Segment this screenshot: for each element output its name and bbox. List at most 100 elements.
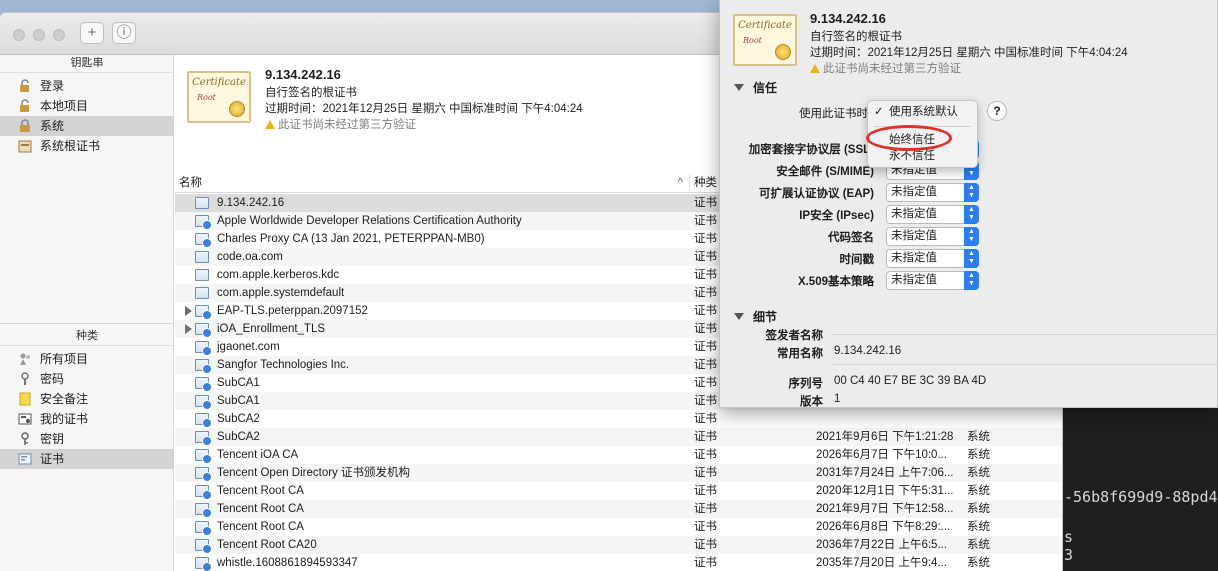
cell-keychain: 系统 xyxy=(967,557,990,569)
seal-icon xyxy=(775,44,791,60)
certificate-info-window: Certificate Root 9.134.242.16 自行签名的根证书 过… xyxy=(719,0,1218,408)
disclosure-right-icon[interactable] xyxy=(185,324,192,334)
cell-name: Tencent Root CA xyxy=(217,485,304,497)
sidebar-item-system-roots[interactable]: 系统根证书 xyxy=(0,136,174,156)
cell-name: Tencent Root CA xyxy=(217,503,304,515)
stepper-icon: ▲▼ xyxy=(964,271,979,290)
details-section-toggle[interactable]: 细节 xyxy=(734,308,777,325)
policy-select-ipsec[interactable]: 未指定值 ▲ ▼ xyxy=(886,205,979,224)
info-certificate-name: 9.134.242.16 xyxy=(810,11,886,26)
key-icon xyxy=(21,432,29,445)
policy-label-code-signing: 代码签名 xyxy=(828,232,874,244)
cell-name: EAP-TLS.peterppan.2097152 xyxy=(217,305,368,317)
password-icon xyxy=(21,372,29,385)
sidebar-item-all-items[interactable]: 所有项目 xyxy=(0,349,174,369)
zoom-window-button[interactable] xyxy=(53,29,65,41)
cell-name: Sangfor Technologies Inc. xyxy=(217,359,350,371)
certificate-icon xyxy=(195,287,209,299)
certificate-icon xyxy=(195,539,212,554)
cell-keychain xyxy=(967,410,1027,428)
sidebar-divider xyxy=(0,323,174,324)
minimize-window-button[interactable] xyxy=(33,29,45,41)
policy-select-eap[interactable]: 未指定值 ▲ ▼ xyxy=(886,183,979,202)
menu-item-use-system-default[interactable]: ✓ 使用系统默认 xyxy=(868,104,977,121)
certificate-image: Certificate Root xyxy=(187,71,251,123)
sidebar-item-my-certificates[interactable]: 我的证书 xyxy=(0,409,174,429)
cell-keychain: 系统 xyxy=(967,449,990,461)
sidebar-item-label: 所有项目 xyxy=(40,352,89,366)
policy-label-timestamp: 时间戳 xyxy=(839,254,875,266)
warning-text: 此证书尚未经过第三方验证 xyxy=(278,119,416,131)
table-row[interactable]: whistle.1608861894593347 证书 2035年7月20日 上午9… xyxy=(175,554,1062,571)
cell-kind: 证书 xyxy=(694,467,717,479)
serial-number-value: 00 C4 40 E7 BE 3C 39 BA 4D xyxy=(834,375,987,387)
sidebar-item-system[interactable]: 系统 xyxy=(0,116,174,136)
cell-name: Tencent Open Directory 证书颁发机构 xyxy=(217,467,411,479)
policy-label-smime: 安全邮件 (S/MIME) xyxy=(776,166,874,178)
sidebar-item-local-items[interactable]: 本地项目 xyxy=(0,96,174,116)
certificate-art-title: Certificate xyxy=(738,20,792,31)
column-header-name[interactable]: 名称 ^ xyxy=(175,174,690,193)
menu-item-never-trust[interactable]: 永不信任 xyxy=(868,148,977,165)
sidebar-item-label: 安全备注 xyxy=(40,392,89,406)
issuer-name-label: 签发者名称 xyxy=(765,330,824,342)
divider xyxy=(833,364,1217,365)
info-certificate-warning: 此证书尚未经过第三方验证 xyxy=(810,60,961,76)
table-row[interactable]: SubCA2 证书 xyxy=(175,410,1062,428)
table-row[interactable]: Tencent Open Directory 证书颁发机构 证书 2031年7月24… xyxy=(175,464,1062,482)
cell-keychain: 系统 xyxy=(967,431,990,443)
warning-text: 此证书尚未经过第三方验证 xyxy=(823,63,961,75)
cell-name: com.apple.kerberos.kdc xyxy=(217,269,340,281)
table-row[interactable]: Tencent Root CA 证书 2021年9月7日 下午12:58... 系统 xyxy=(175,500,1062,518)
sidebar-item-certificates[interactable]: 证书 xyxy=(0,449,174,469)
help-button[interactable]: ? xyxy=(987,101,1007,121)
terminal-line: s xyxy=(1064,528,1074,546)
sort-ascending-icon: ^ xyxy=(677,177,683,189)
lock-icon xyxy=(20,119,30,132)
sidebar-item-label: 本地项目 xyxy=(40,99,89,113)
menu-item-label: 永不信任 xyxy=(889,150,935,162)
cabinet-icon xyxy=(18,140,32,153)
table-row[interactable]: Tencent Root CA 证书 2020年12月1日 下午5:31... 系统 xyxy=(175,482,1062,500)
select-value: 未指定值 xyxy=(891,230,937,242)
sidebar-item-passwords[interactable]: 密码 xyxy=(0,369,174,389)
seal-icon xyxy=(229,101,245,117)
cell-kind: 证书 xyxy=(694,521,717,533)
certificate-icon xyxy=(195,377,212,392)
table-row[interactable]: Tencent Root CA 证书 2026年6月8日 下午8:29:... 系统 xyxy=(175,518,1062,536)
sidebar-item-label: 密码 xyxy=(40,372,65,386)
cell-keychain: 系统 xyxy=(967,503,990,515)
disclosure-right-icon[interactable] xyxy=(185,306,192,316)
cell-name: SubCA1 xyxy=(217,395,260,407)
cell-date: 2026年6月8日 下午8:29:... xyxy=(816,521,951,533)
select-value: 未指定值 xyxy=(891,208,937,220)
cell-name: Apple Worldwide Developer Relations Cert… xyxy=(217,215,522,227)
info-button[interactable]: ⓘ xyxy=(112,22,136,44)
table-row[interactable]: Tencent iOA CA 证书 2026年6月7日 下午10:0... 系统 xyxy=(175,446,1062,464)
policy-select-timestamp[interactable]: 未指定值 ▲ ▼ xyxy=(886,249,979,268)
cell-keychain: 系统 xyxy=(967,539,990,551)
cell-name: Tencent Root CA xyxy=(217,521,304,533)
sidebar-item-keys[interactable]: 密钥 xyxy=(0,429,174,449)
select-value: 未指定值 xyxy=(891,186,937,198)
cell-name: SubCA1 xyxy=(217,377,260,389)
table-row[interactable]: Tencent Root CA20 证书 2036年7月22日 上午6:5... 系统 xyxy=(175,536,1062,554)
table-row[interactable]: SubCA2 证书 2021年9月6日 下午1:21:28 系统 xyxy=(175,428,1062,446)
sidebar-item-login[interactable]: 登录 xyxy=(0,76,174,96)
cell-keychain: 系统 xyxy=(967,521,990,533)
sidebar-item-label: 系统 xyxy=(40,119,65,133)
cell-name: SubCA2 xyxy=(217,431,260,443)
cert-icon xyxy=(18,453,32,465)
close-window-button[interactable] xyxy=(13,29,25,41)
sidebar-item-label: 我的证书 xyxy=(40,412,89,426)
add-item-button[interactable]: + xyxy=(80,22,104,44)
policy-select-code-signing[interactable]: 未指定值 ▲ ▼ xyxy=(886,227,979,246)
policy-select-x509[interactable]: 未指定值 ▲ ▼ xyxy=(886,271,979,290)
certificate-icon xyxy=(195,197,209,209)
cell-date xyxy=(816,410,961,428)
trust-section-toggle[interactable]: 信任 xyxy=(734,79,777,96)
certificate-icon xyxy=(195,485,212,500)
sidebar-item-secure-notes[interactable]: 安全备注 xyxy=(0,389,174,409)
cell-name: Tencent iOA CA xyxy=(217,449,299,461)
certificate-art-sub: Root xyxy=(743,36,762,45)
